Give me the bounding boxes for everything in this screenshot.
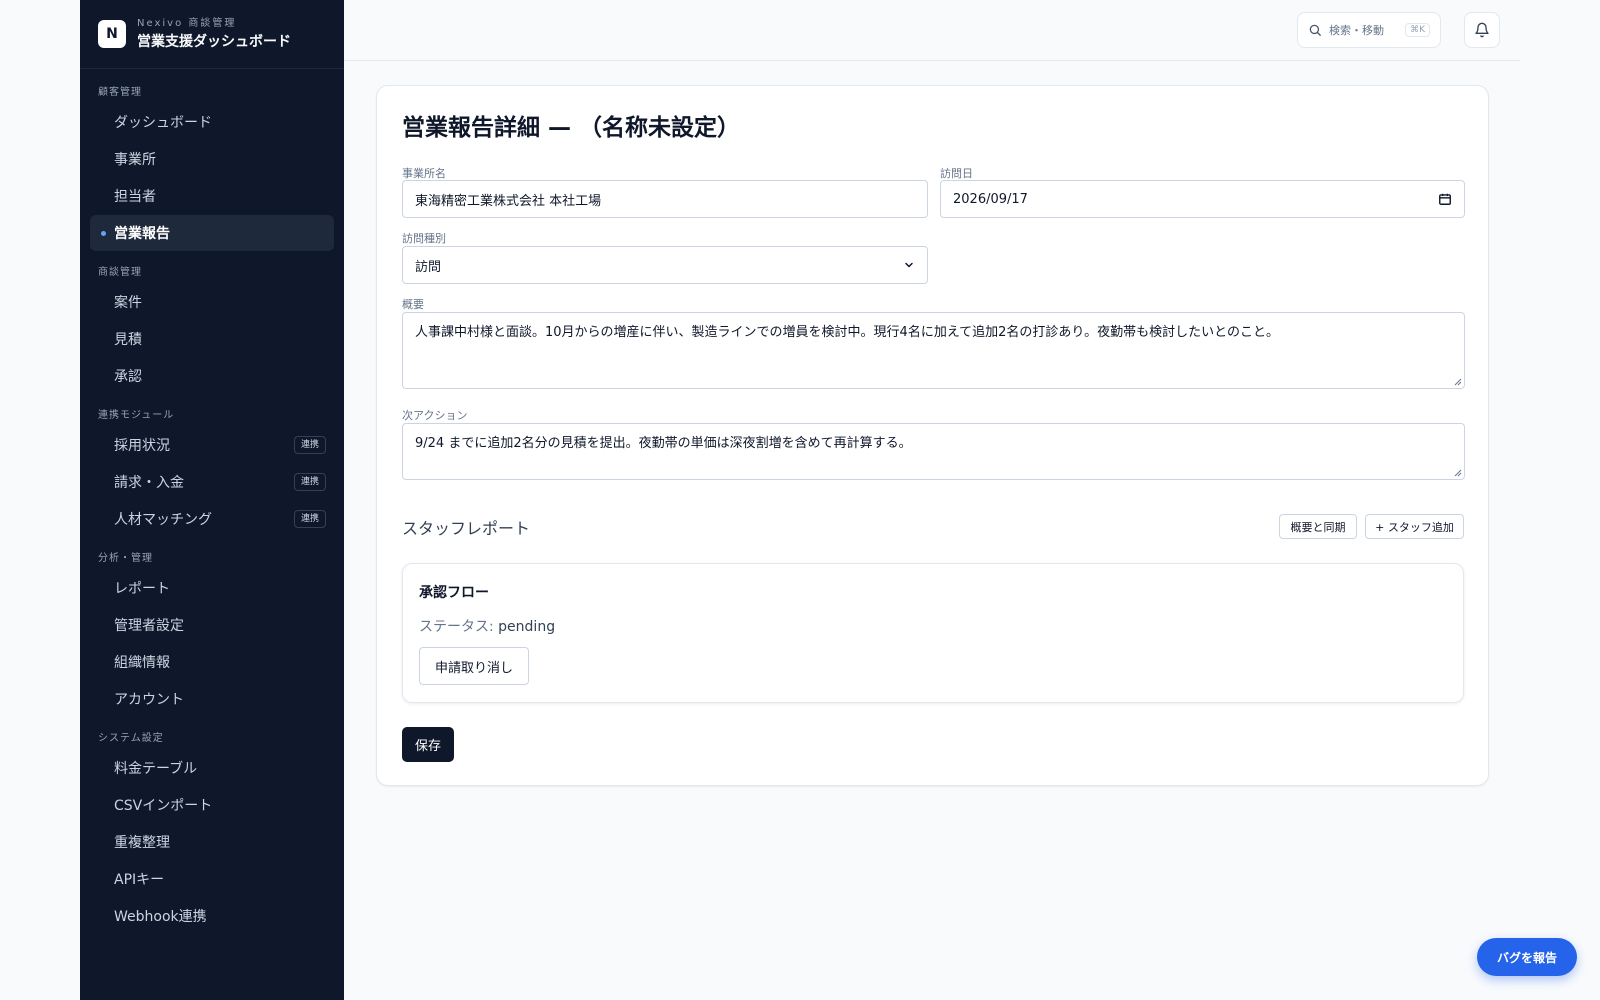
sidebar-item-label: 人材マッチング	[114, 512, 212, 528]
sidebar: N Nexivo 商談管理 営業支援ダッシュボード 顧客管理 ダッシュボード 事…	[80, 0, 344, 1000]
staff-report-title: スタッフレポート	[402, 519, 531, 538]
sidebar-item-label: 管理者設定	[114, 618, 184, 634]
brand-title: 営業支援ダッシュボード	[137, 33, 291, 50]
brand-subtitle: Nexivo 商談管理	[137, 17, 237, 29]
visit-date-input[interactable]: 2026/09/17	[940, 180, 1465, 218]
calendar-icon[interactable]	[1438, 192, 1452, 206]
sidebar-item-sales-reports[interactable]: 営業報告	[90, 215, 334, 251]
topbar: 検索・移動 ⌘K	[344, 0, 1520, 61]
sidebar-item-label: Webhook連携	[114, 909, 207, 925]
sidebar-item-label: 組織情報	[114, 655, 170, 671]
next-action-label: 次アクション	[402, 409, 468, 422]
brand-logo: N	[98, 20, 126, 48]
sidebar-item-label: APIキー	[114, 872, 165, 888]
sidebar-item-dedupe[interactable]: 重複整理	[90, 824, 334, 860]
visit-type-select[interactable]: 訪問	[402, 246, 928, 284]
summary-label: 概要	[402, 298, 424, 311]
visit-date-label: 訪問日	[940, 167, 973, 180]
sidebar-item-billing[interactable]: 請求・入金 連携	[90, 464, 334, 500]
sidebar-item-label: 重複整理	[114, 835, 170, 851]
brand: N Nexivo 商談管理 営業支援ダッシュボード	[80, 0, 344, 69]
search-icon	[1309, 24, 1321, 36]
report-bug-button[interactable]: バグを報告	[1477, 938, 1577, 976]
summary-textarea[interactable]: 人事課中村様と面談。10月からの増産に伴い、製造ラインでの増員を検討中。現行4名…	[402, 312, 1465, 389]
sidebar-item-label: 請求・入金	[114, 475, 184, 491]
sidebar-item-label: 採用状況	[114, 438, 170, 454]
sidebar-item-matching[interactable]: 人材マッチング 連携	[90, 501, 334, 537]
approval-status-label: ステータス:	[419, 619, 499, 635]
sidebar-item-label: ダッシュボード	[114, 115, 212, 131]
save-button[interactable]: 保存	[402, 727, 454, 762]
sidebar-item-reports[interactable]: レポート	[90, 570, 334, 606]
sidebar-item-admin-settings[interactable]: 管理者設定	[90, 607, 334, 643]
visit-type-label: 訪問種別	[402, 232, 446, 245]
sidebar-item-webhooks[interactable]: Webhook連携	[90, 898, 334, 934]
nav-group-system: システム設定	[98, 733, 164, 744]
next-action-textarea[interactable]: 9/24 までに追加2名分の見積を提出。夜勤帯の単価は深夜割増を含めて再計算する…	[402, 423, 1465, 480]
sidebar-item-csv-import[interactable]: CSVインポート	[90, 787, 334, 823]
sidebar-item-approvals[interactable]: 承認	[90, 358, 334, 394]
integration-badge: 連携	[293, 436, 326, 454]
resize-handle-icon[interactable]	[1454, 378, 1462, 386]
sidebar-item-label: アカウント	[114, 692, 184, 708]
sales-report-detail-card: 営業報告詳細 — （名称未設定） 事業所名 東海精密工業株式会社 本社工場 訪問…	[376, 85, 1489, 786]
visit-date-value: 2026/09/17	[953, 191, 1028, 207]
sidebar-item-label: 案件	[114, 295, 142, 311]
visit-type-value: 訪問	[415, 259, 442, 275]
chevron-down-icon	[905, 262, 913, 268]
sidebar-item-label: 承認	[114, 369, 142, 385]
sidebar-item-label: 見積	[114, 332, 142, 348]
sidebar-item-recruiting[interactable]: 採用状況 連携	[90, 427, 334, 463]
sidebar-item-account[interactable]: アカウント	[90, 681, 334, 717]
search-shortcut: ⌘K	[1405, 23, 1430, 37]
cancel-request-button[interactable]: 申請取り消し	[419, 647, 529, 685]
notifications-button[interactable]	[1464, 12, 1500, 48]
office-name-value: 東海精密工業株式会社 本社工場	[415, 193, 602, 209]
nav-group-analytics: 分析・管理	[98, 553, 153, 564]
integration-badge: 連携	[293, 510, 326, 528]
sync-summary-button[interactable]: 概要と同期	[1279, 514, 1357, 539]
sidebar-item-label: 担当者	[114, 189, 156, 205]
sidebar-item-offices[interactable]: 事業所	[90, 141, 334, 177]
nav-group-integrations: 連携モジュール	[98, 410, 175, 421]
office-label: 事業所名	[402, 167, 446, 180]
integration-badge: 連携	[293, 473, 326, 491]
sidebar-item-quotes[interactable]: 見積	[90, 321, 334, 357]
nav-group-customer: 顧客管理	[98, 87, 142, 98]
sidebar-item-contacts[interactable]: 担当者	[90, 178, 334, 214]
sidebar-item-organization[interactable]: 組織情報	[90, 644, 334, 680]
approval-flow-panel: 承認フロー ステータス: pending 申請取り消し	[402, 563, 1464, 703]
sidebar-item-dashboard[interactable]: ダッシュボード	[90, 104, 334, 140]
approval-status: ステータス: pending	[419, 616, 555, 636]
office-name-input[interactable]: 東海精密工業株式会社 本社工場	[402, 180, 928, 218]
add-staff-button[interactable]: + スタッフ追加	[1365, 514, 1464, 539]
approval-status-value: pending	[498, 619, 556, 635]
sidebar-item-label: CSVインポート	[114, 798, 213, 814]
sidebar-item-deals[interactable]: 案件	[90, 284, 334, 320]
nav-group-deals: 商談管理	[98, 267, 142, 278]
sidebar-item-label: 料金テーブル	[114, 761, 198, 777]
sidebar-item-label: 事業所	[114, 152, 156, 168]
sidebar-item-api-keys[interactable]: APIキー	[90, 861, 334, 897]
approval-title: 承認フロー	[419, 585, 489, 601]
bell-icon	[1475, 22, 1489, 38]
sidebar-item-label: 営業報告	[114, 226, 170, 242]
resize-handle-icon[interactable]	[1454, 469, 1462, 477]
search-label: 検索・移動	[1329, 24, 1384, 37]
search-button[interactable]: 検索・移動 ⌘K	[1297, 12, 1441, 48]
page-title: 営業報告詳細 — （名称未設定）	[402, 115, 741, 141]
summary-value: 人事課中村様と面談。10月からの増産に伴い、製造ラインでの増員を検討中。現行4名…	[415, 325, 1280, 340]
next-action-value: 9/24 までに追加2名分の見積を提出。夜勤帯の単価は深夜割増を含めて再計算する…	[415, 436, 912, 451]
sidebar-item-pricing[interactable]: 料金テーブル	[90, 750, 334, 786]
sidebar-item-label: レポート	[114, 581, 170, 597]
